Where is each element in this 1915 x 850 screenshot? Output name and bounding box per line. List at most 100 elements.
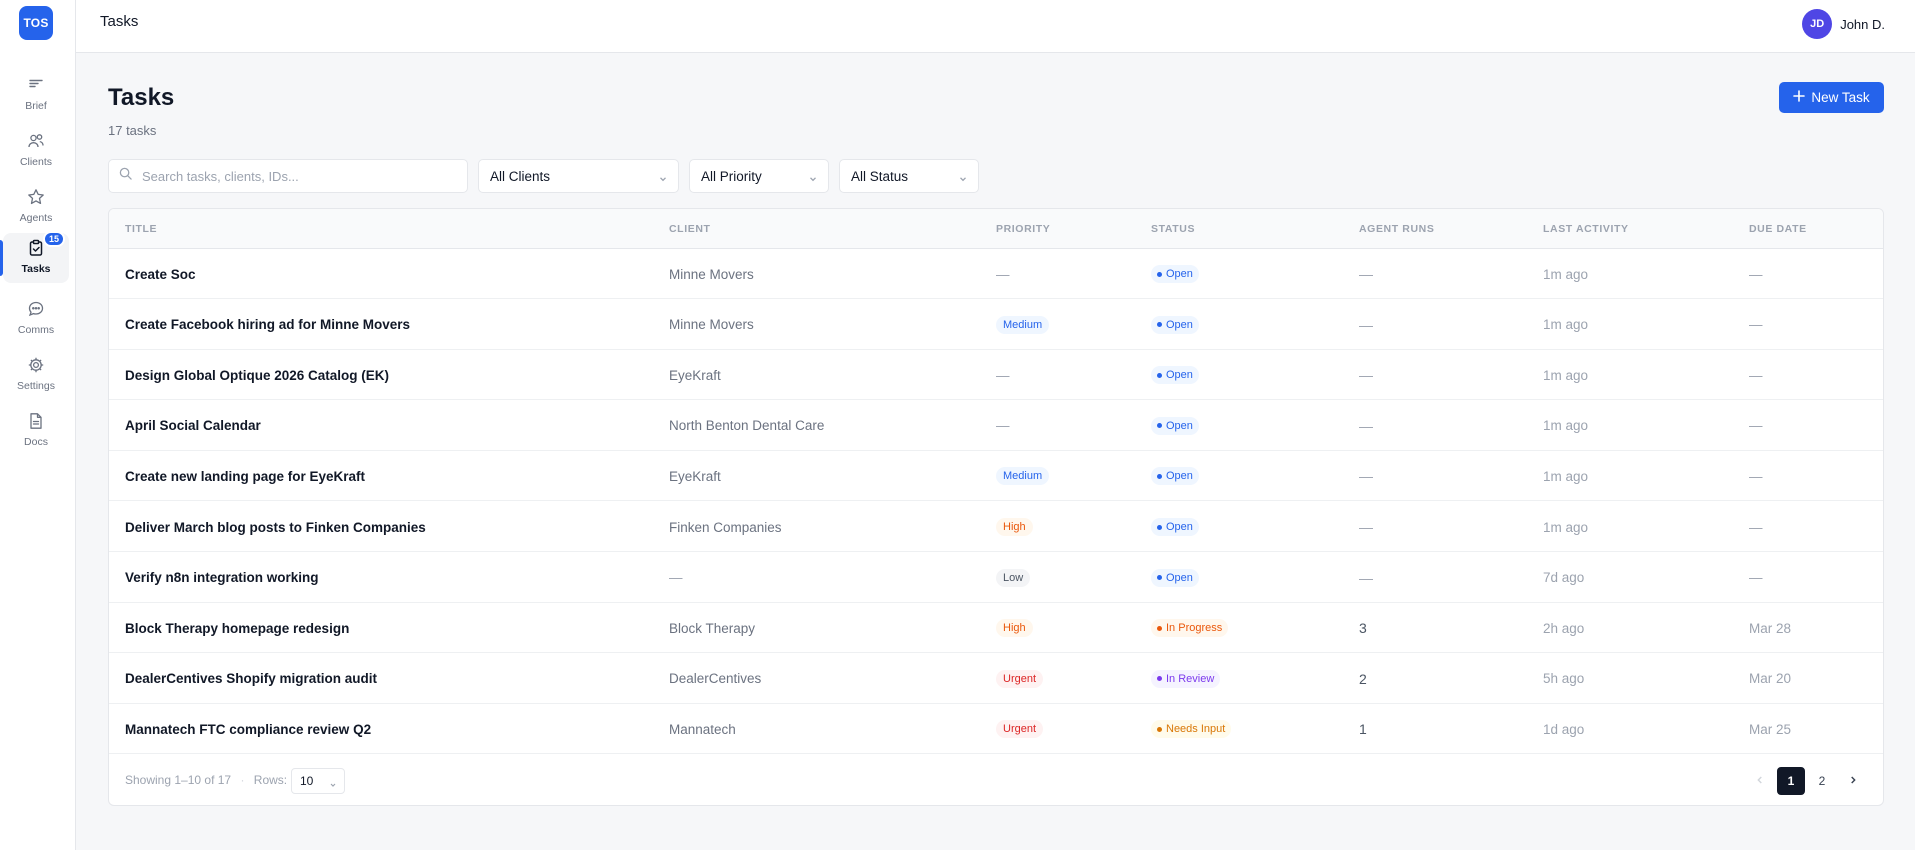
sidebar-item-label: Agents: [19, 212, 53, 224]
table-row[interactable]: Design Global Optique 2026 Catalog (EK) E…: [109, 350, 1883, 401]
task-client: EyeKraft: [669, 468, 721, 484]
table-row[interactable]: Block Therapy homepage redesign Block The…: [109, 603, 1883, 654]
status-dot: [1157, 372, 1162, 378]
tasks-table: TITLE CLIENT PRIORITY STATUS AGENT RUNS …: [108, 208, 1884, 806]
sidebar-item-label: Brief: [25, 100, 47, 112]
status-badge: Open: [1151, 366, 1199, 385]
status-badge: Open: [1151, 315, 1199, 334]
status-badge: In Review: [1151, 669, 1221, 688]
rows-per-page-select[interactable]: 10: [291, 768, 345, 794]
agent-runs: —: [1359, 316, 1373, 333]
priority-badge: Medium: [996, 467, 1050, 486]
column-header-priority[interactable]: PRIORITY: [996, 223, 1050, 235]
table-row[interactable]: Create Soc Minne Movers — Open — 1m ago —: [109, 249, 1883, 299]
task-title[interactable]: DealerCentives Shopify migration audit: [125, 654, 377, 704]
search-icon: [119, 167, 132, 185]
priority-badge: Urgent: [996, 720, 1044, 739]
task-title[interactable]: Block Therapy homepage redesign: [125, 603, 349, 653]
next-page-button[interactable]: [1839, 767, 1867, 795]
table-row[interactable]: Deliver March blog posts to Finken Compa…: [109, 502, 1883, 552]
status-dot: [1157, 423, 1162, 429]
due-date: —: [1749, 317, 1763, 333]
avatar[interactable]: JD: [1802, 9, 1833, 39]
status-text: Needs Input: [1166, 723, 1226, 736]
gear-icon: [26, 355, 46, 375]
priority-cell: Urgent: [996, 704, 1044, 754]
column-header-agent-runs[interactable]: AGENT RUNS: [1359, 223, 1434, 235]
client-filter-select[interactable]: All Clients: [478, 159, 679, 193]
priority-badge: Medium: [996, 315, 1050, 334]
table-row[interactable]: DealerCentives Shopify migration audit De…: [109, 654, 1883, 704]
priority-filter-select[interactable]: All Priority: [689, 159, 829, 193]
last-activity: 1m ago: [1543, 266, 1589, 282]
task-title[interactable]: Deliver March blog posts to Finken Compa…: [125, 502, 426, 552]
new-task-label: New Task: [1811, 90, 1870, 105]
status-cell: Open: [1151, 451, 1199, 501]
status-dot: [1157, 676, 1162, 682]
table-row[interactable]: April Social Calendar North Benton Dental…: [109, 401, 1883, 451]
search-field[interactable]: [108, 159, 468, 193]
task-title[interactable]: April Social Calendar: [125, 401, 261, 451]
last-activity: 5h ago: [1543, 671, 1585, 687]
brief-icon: [26, 75, 46, 95]
sidebar-item-agents[interactable]: Agents: [3, 182, 69, 232]
priority-filter-value: All Priority: [701, 168, 762, 184]
column-header-due-date[interactable]: DUE DATE: [1749, 223, 1807, 235]
due-date: Mar 25: [1749, 721, 1792, 737]
status-filter-value: All Status: [851, 168, 909, 184]
user-name[interactable]: John D.: [1840, 17, 1885, 32]
priority-cell: High: [996, 502, 1033, 552]
status-dot: [1157, 524, 1162, 530]
task-title[interactable]: Design Global Optique 2026 Catalog (EK): [125, 350, 389, 400]
status-dot: [1157, 575, 1162, 581]
status-cell: Open: [1151, 300, 1199, 350]
last-activity: 1m ago: [1543, 367, 1589, 383]
status-text: Open: [1166, 521, 1193, 533]
priority-cell: —: [996, 350, 1010, 400]
status-cell: Open: [1151, 249, 1199, 299]
sidebar-item-comms[interactable]: Comms: [3, 294, 69, 344]
user-menu[interactable]: JD John D.: [1802, 9, 1885, 39]
last-activity: 1m ago: [1543, 519, 1589, 535]
task-title[interactable]: Create new landing page for EyeKraft: [125, 451, 365, 501]
sidebar-item-docs[interactable]: Docs: [3, 406, 69, 456]
column-header-client[interactable]: CLIENT: [669, 223, 711, 235]
task-title[interactable]: Verify n8n integration working: [125, 553, 319, 603]
task-count: 17 tasks: [108, 123, 157, 138]
prev-page-button[interactable]: [1746, 767, 1774, 795]
sidebar-item-brief[interactable]: Brief: [3, 70, 69, 120]
app-logo[interactable]: TOS: [19, 6, 53, 40]
task-title[interactable]: Create Facebook hiring ad for Minne Move…: [125, 300, 410, 350]
table-row[interactable]: Mannatech FTC compliance review Q2 Mannat…: [109, 704, 1883, 755]
due-date: —: [1749, 367, 1763, 383]
status-cell: Needs Input: [1151, 704, 1232, 754]
task-title[interactable]: Mannatech FTC compliance review Q2: [125, 704, 371, 754]
sidebar-item-tasks[interactable]: 15 Tasks: [3, 231, 69, 283]
column-header-title[interactable]: TITLE: [125, 223, 157, 235]
chat-bubble-icon: [26, 299, 46, 319]
page-button-2[interactable]: 2: [1808, 767, 1836, 795]
column-header-status[interactable]: STATUS: [1151, 223, 1195, 235]
search-input[interactable]: [142, 168, 442, 184]
document-icon: [26, 411, 46, 431]
due-date: —: [1749, 418, 1763, 434]
column-header-last-activity[interactable]: LAST ACTIVITY: [1543, 223, 1629, 235]
due-date: Mar 20: [1749, 671, 1792, 687]
last-activity: 1m ago: [1543, 418, 1589, 434]
priority-badge: High: [996, 619, 1033, 638]
footer-separator: ·: [240, 773, 245, 787]
table-row[interactable]: Create new landing page for EyeKraft EyeK…: [109, 451, 1883, 502]
new-task-button[interactable]: New Task: [1779, 82, 1884, 113]
status-dot: [1157, 322, 1162, 328]
page-button-1[interactable]: 1: [1777, 767, 1805, 795]
table-row[interactable]: Verify n8n integration working — Low Open — 7…: [109, 553, 1883, 603]
sidebar-item-clients[interactable]: Clients: [3, 126, 69, 176]
status-filter-select[interactable]: All Status: [839, 159, 979, 193]
due-date: —: [1749, 519, 1763, 535]
task-client: Minne Movers: [669, 266, 754, 282]
sidebar-item-settings[interactable]: Settings: [3, 350, 69, 400]
task-title[interactable]: Create Soc: [125, 249, 196, 299]
chevron-down-icon: [329, 778, 337, 792]
table-row[interactable]: Create Facebook hiring ad for Minne Move…: [109, 300, 1883, 350]
agent-runs: —: [1359, 266, 1373, 282]
